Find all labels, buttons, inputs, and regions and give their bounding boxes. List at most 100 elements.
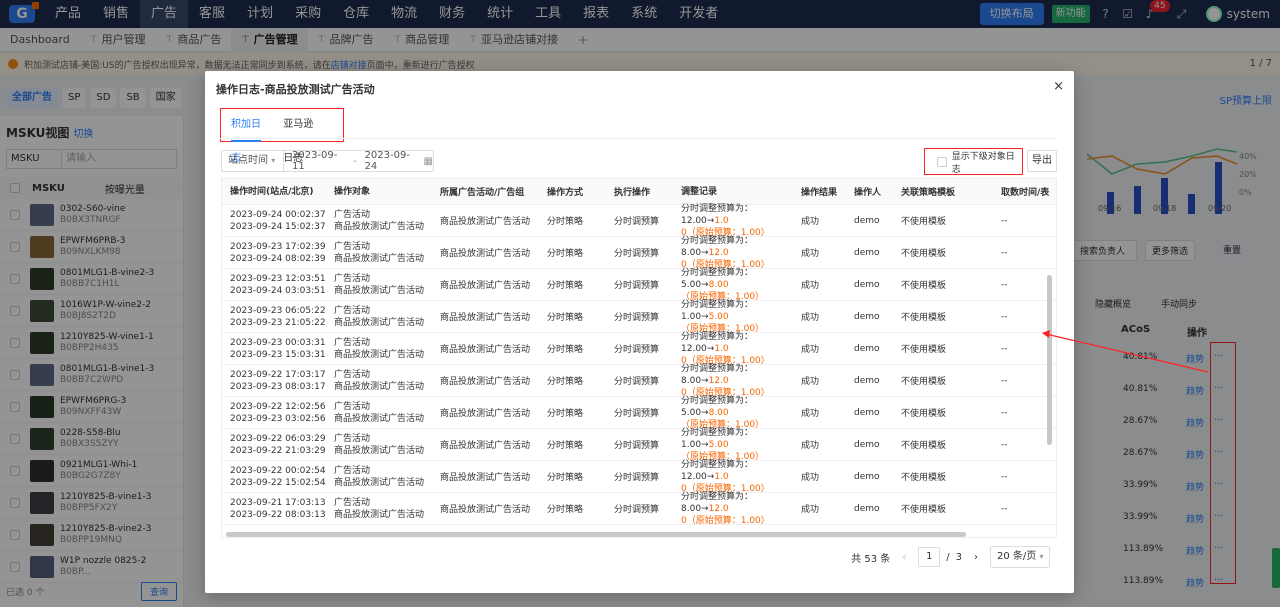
op-object: 广告活动 商品投放测试广告活动 — [326, 241, 432, 265]
adjust-line: 分时调整预算为：12.00→1.0 — [681, 459, 793, 483]
op-method: 分时策略 — [547, 409, 584, 419]
next-page-icon[interactable]: › — [974, 552, 978, 563]
adjust-line: 分时调整预算为：1.00→5.00 — [681, 299, 793, 323]
log-source-tabs: 积加日志 亚马逊日志 — [220, 108, 344, 164]
column-header: 操作方式 — [547, 188, 584, 198]
log-row: 2023-09-22 12:02:56 2023-09-23 03:02:56 广告… — [222, 395, 1056, 430]
op-action: 分时调预算 — [614, 473, 660, 483]
object-name: 商品投放测试广告活动 — [334, 445, 425, 456]
column-header: 操作结果 — [801, 188, 838, 198]
date-range-picker[interactable]: 2023-09-11 - 2023-09-24 ▦ — [284, 150, 433, 172]
page-size-label: 20 条/页 — [997, 551, 1037, 562]
op-result: 成功 — [801, 249, 820, 259]
column-header: 操作对象 — [334, 186, 371, 197]
object-type: 广告活动 — [334, 497, 371, 508]
adjust-line: 分时调整预算为：5.00→8.00 — [681, 395, 793, 419]
op-time: 2023-09-22 17:03:17 2023-09-23 08:03:17 — [222, 369, 326, 393]
column-header: 所属广告活动/广告组 — [440, 188, 525, 198]
beijing-time: 2023-09-23 03:02:56 — [230, 413, 326, 424]
page-separator: / — [946, 551, 950, 563]
date-type-select[interactable]: 站点时间 ▾ — [222, 151, 284, 171]
adjust-new-value: 12.0 — [708, 503, 729, 514]
date-start: 2023-09-11 — [291, 150, 338, 172]
op-time: 2023-09-24 00:02:37 2023-09-24 15:02:37 — [222, 209, 326, 233]
op-action: 分时调预算 — [614, 441, 660, 451]
adjust-new-value: 1.0 — [714, 471, 729, 482]
fetch-time: -- — [1001, 439, 1008, 450]
modal-title: 操作日志-商品投放测试广告活动 — [216, 83, 375, 96]
op-method: 分时策略 — [547, 281, 584, 291]
fetch-time: -- — [1001, 503, 1008, 514]
site-time: 2023-09-23 17:02:39 — [230, 241, 326, 252]
fetch-time: -- — [1001, 215, 1008, 226]
fetch-time: -- — [1001, 247, 1008, 258]
op-user: demo — [854, 375, 880, 386]
strategy-template: 不使用模板 — [901, 281, 947, 291]
op-result: 成功 — [801, 217, 820, 227]
horizontal-scrollbar[interactable] — [226, 532, 966, 537]
adjust-line: 分时调整预算为：1.00→5.00 — [681, 427, 793, 451]
log-row: 2023-09-22 00:02:54 2023-09-22 15:02:54 广告… — [222, 459, 1056, 495]
campaign-name: 商品投放测试广告活动 — [440, 249, 531, 259]
op-action: 分时调预算 — [614, 281, 660, 291]
op-object: 广告活动 商品投放测试广告活动 — [326, 433, 432, 457]
log-row: 2023-09-22 06:03:29 2023-09-22 21:03:29 广告… — [222, 427, 1056, 463]
show-sub-log-checkbox[interactable] — [937, 156, 947, 167]
op-user: demo — [854, 247, 880, 258]
fetch-time: -- — [1001, 311, 1008, 322]
site-time: 2023-09-22 12:02:56 — [230, 401, 326, 412]
object-type: 广告活动 — [334, 209, 371, 220]
object-type: 广告活动 — [334, 465, 371, 476]
object-name: 商品投放测试广告活动 — [334, 221, 425, 232]
op-user: demo — [854, 215, 880, 226]
show-sub-log-toggle[interactable]: 显示下级对象日志 — [924, 148, 1023, 175]
vertical-scrollbar[interactable] — [1047, 275, 1052, 445]
page-size-select[interactable]: 20 条/页 ▾ — [990, 546, 1050, 568]
adjust-record: 分时调整预算为：12.00→1.0 0（原始预算：1.00） — [673, 459, 793, 495]
site-time: 2023-09-23 06:05:22 — [230, 305, 326, 316]
export-button[interactable]: 导出 — [1027, 150, 1057, 172]
adjust-record: 分时调整预算为：8.00→12.0 0（原始预算：1.00） — [673, 235, 793, 271]
object-name: 商品投放测试广告活动 — [334, 509, 425, 520]
object-type: 广告活动 — [334, 273, 371, 284]
beijing-time: 2023-09-22 08:03:13 — [230, 509, 326, 520]
op-time: 2023-09-22 06:03:29 2023-09-22 21:03:29 — [222, 433, 326, 457]
show-sub-log-label: 显示下级对象日志 — [951, 151, 1015, 175]
object-type: 广告活动 — [334, 369, 371, 380]
prev-page-icon[interactable]: ‹ — [902, 552, 906, 563]
site-time: 2023-09-22 17:03:17 — [230, 369, 326, 380]
op-user: demo — [854, 439, 880, 450]
strategy-template: 不使用模板 — [901, 249, 947, 259]
strategy-template: 不使用模板 — [901, 409, 947, 419]
op-action: 分时调预算 — [614, 377, 660, 387]
op-result: 成功 — [801, 345, 820, 355]
adjust-record: 分时调整预算为：1.00→5.00 （原始预算：1.00） — [673, 427, 793, 463]
campaign-name: 商品投放测试广告活动 — [440, 409, 531, 419]
close-icon[interactable]: × — [1053, 79, 1064, 94]
strategy-template: 不使用模板 — [901, 217, 947, 227]
object-type: 广告活动 — [334, 337, 371, 348]
object-type: 广告活动 — [334, 241, 371, 252]
log-row: 2023-09-23 12:03:51 2023-09-24 03:03:51 广告… — [222, 268, 1056, 302]
adjust-line: 分时调整预算为：8.00→12.0 — [681, 363, 793, 387]
op-method: 分时策略 — [547, 313, 584, 323]
tab-jijia-log[interactable]: 积加日志 — [231, 108, 262, 164]
column-header: 关联策略模板 — [901, 188, 956, 198]
object-type: 广告活动 — [334, 433, 371, 444]
adjust-line: 分时调整预算为：12.00→1.0 — [681, 203, 793, 227]
beijing-time: 2023-09-23 15:03:31 — [230, 349, 326, 360]
adjust-record: 分时调整预算为：8.00→12.0 0（原始预算：1.00） — [673, 363, 793, 399]
tab-amazon-log[interactable]: 亚马逊日志 — [283, 108, 321, 164]
beijing-time: 2023-09-23 08:03:17 — [230, 381, 326, 392]
op-result: 成功 — [801, 409, 820, 419]
adjust-new-value: 1.0 — [714, 215, 729, 226]
page-input[interactable]: 1 — [918, 547, 941, 567]
op-user: demo — [854, 311, 880, 322]
strategy-template: 不使用模板 — [901, 313, 947, 323]
log-row: 2023-09-22 17:03:17 2023-09-23 08:03:17 广告… — [222, 363, 1056, 399]
operation-log-modal: 操作日志-商品投放测试广告活动 × 积加日志 亚马逊日志 站点时间 ▾ 2023… — [205, 71, 1074, 593]
strategy-template: 不使用模板 — [901, 441, 947, 451]
date-range-filter: 站点时间 ▾ 2023-09-11 - 2023-09-24 ▦ — [221, 150, 434, 172]
date-separator: - — [352, 155, 357, 167]
op-method: 分时策略 — [547, 249, 584, 259]
